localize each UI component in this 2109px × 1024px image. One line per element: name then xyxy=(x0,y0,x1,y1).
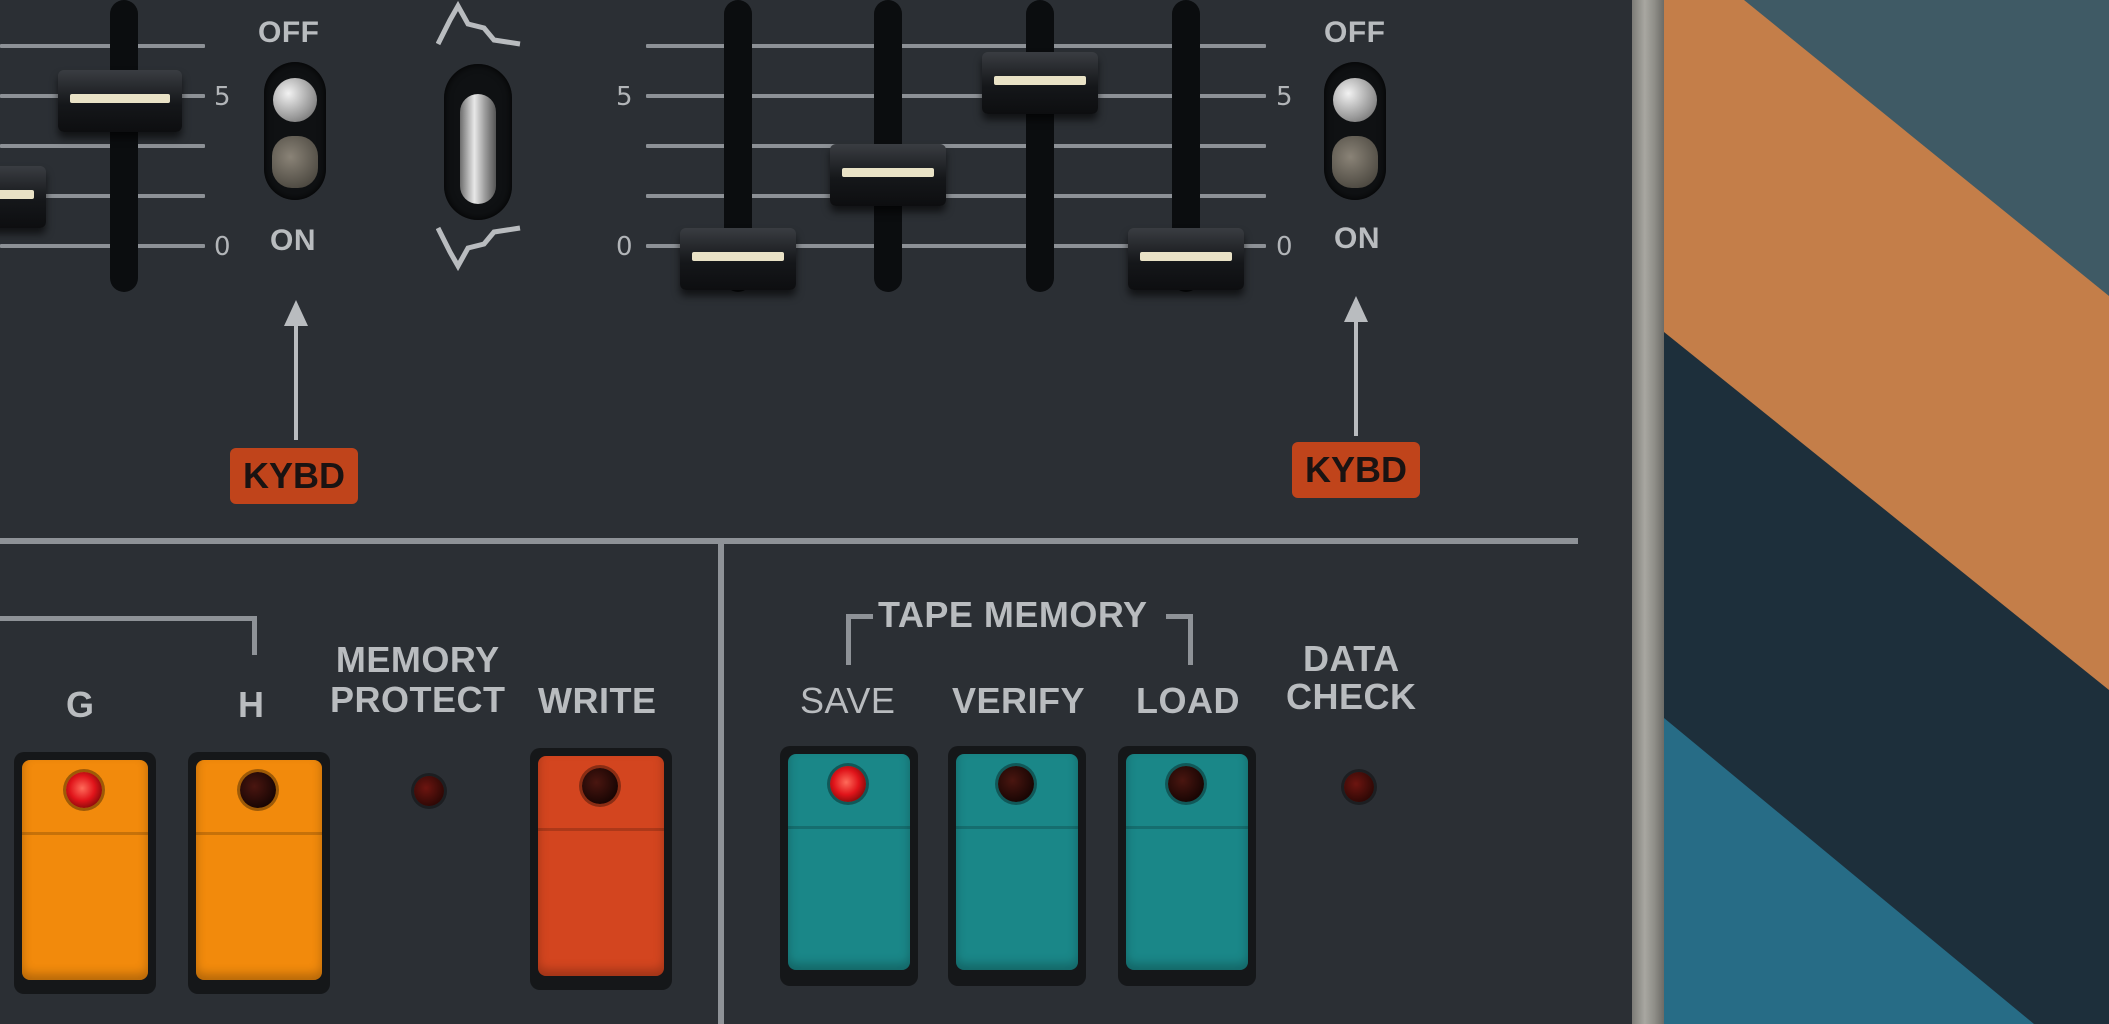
switch-plate xyxy=(1332,136,1378,188)
section-divider xyxy=(718,541,724,1024)
arrow-up-icon xyxy=(1344,296,1368,436)
led-indicator xyxy=(998,766,1034,802)
slider-track xyxy=(1026,0,1054,292)
metal-side-trim xyxy=(1632,0,1664,1024)
led-indicator xyxy=(66,772,102,808)
slider-cap[interactable] xyxy=(58,70,182,132)
switch-knob xyxy=(1333,78,1377,122)
synth-panel: 5 0 OFF ON KYBD 5 0 5 0 OFF ON KYBD G H … xyxy=(0,0,1632,1024)
lever-shaft xyxy=(460,94,496,204)
kybd-badge: KYBD xyxy=(230,448,358,504)
load-button[interactable] xyxy=(1126,754,1248,970)
label-g: G xyxy=(66,684,95,725)
switch-on-label: ON xyxy=(270,224,316,257)
led-indicator xyxy=(582,768,618,804)
kybd-badge: KYBD xyxy=(1292,442,1420,498)
save-label: SAVE xyxy=(800,680,896,721)
slider-cap[interactable] xyxy=(830,144,946,206)
led-indicator xyxy=(830,766,866,802)
tape-memory-title: TAPE MEMORY xyxy=(878,594,1148,635)
group-bracket xyxy=(0,616,257,655)
label-h: H xyxy=(238,684,265,725)
switch-off-label: OFF xyxy=(1324,16,1386,49)
scale-label-5: 5 xyxy=(616,82,633,112)
led-indicator xyxy=(240,772,276,808)
scale-tick xyxy=(0,144,205,148)
write-button[interactable] xyxy=(538,756,664,976)
load-label: LOAD xyxy=(1136,680,1240,721)
arrow-up-icon xyxy=(284,300,308,440)
switch-plate xyxy=(272,136,318,188)
scale-label-5: 5 xyxy=(1276,82,1293,112)
slider-cap[interactable] xyxy=(1128,228,1244,290)
scale-tick xyxy=(0,44,205,48)
scale-label-0: 0 xyxy=(214,232,231,262)
led-indicator xyxy=(1168,766,1204,802)
switch-off-label: OFF xyxy=(258,16,320,49)
waveform-up-icon xyxy=(436,0,521,47)
diagonal-stripes-graphic xyxy=(1664,0,2109,1024)
slider-cap[interactable] xyxy=(680,228,796,290)
scale-tick xyxy=(0,244,205,248)
data-check-label: DATA CHECK xyxy=(1286,638,1417,717)
section-divider xyxy=(0,538,1578,544)
verify-button[interactable] xyxy=(956,754,1078,970)
memory-protect-led xyxy=(414,776,444,806)
tape-bracket-left xyxy=(846,614,873,665)
memory-protect-label: MEMORY PROTECT xyxy=(330,639,506,720)
scale-label-0: 0 xyxy=(1276,232,1293,262)
memory-g-button[interactable] xyxy=(22,760,148,980)
save-button[interactable] xyxy=(788,754,910,970)
slider-track xyxy=(110,0,138,292)
verify-label: VERIFY xyxy=(952,680,1086,721)
switch-knob xyxy=(273,78,317,122)
kybd-toggle-switch[interactable] xyxy=(264,62,326,200)
slider-cap[interactable] xyxy=(0,166,46,228)
memory-h-button[interactable] xyxy=(196,760,322,980)
slider-cap[interactable] xyxy=(982,52,1098,114)
write-label: WRITE xyxy=(538,680,657,721)
data-check-led xyxy=(1344,772,1374,802)
kybd-toggle-switch[interactable] xyxy=(1324,62,1386,200)
switch-on-label: ON xyxy=(1334,222,1380,255)
waveform-lever[interactable] xyxy=(444,64,512,220)
waveform-down-icon xyxy=(436,225,521,272)
scale-label-5: 5 xyxy=(214,82,231,112)
tape-bracket-right xyxy=(1166,614,1193,665)
scale-label-0: 0 xyxy=(616,232,633,262)
